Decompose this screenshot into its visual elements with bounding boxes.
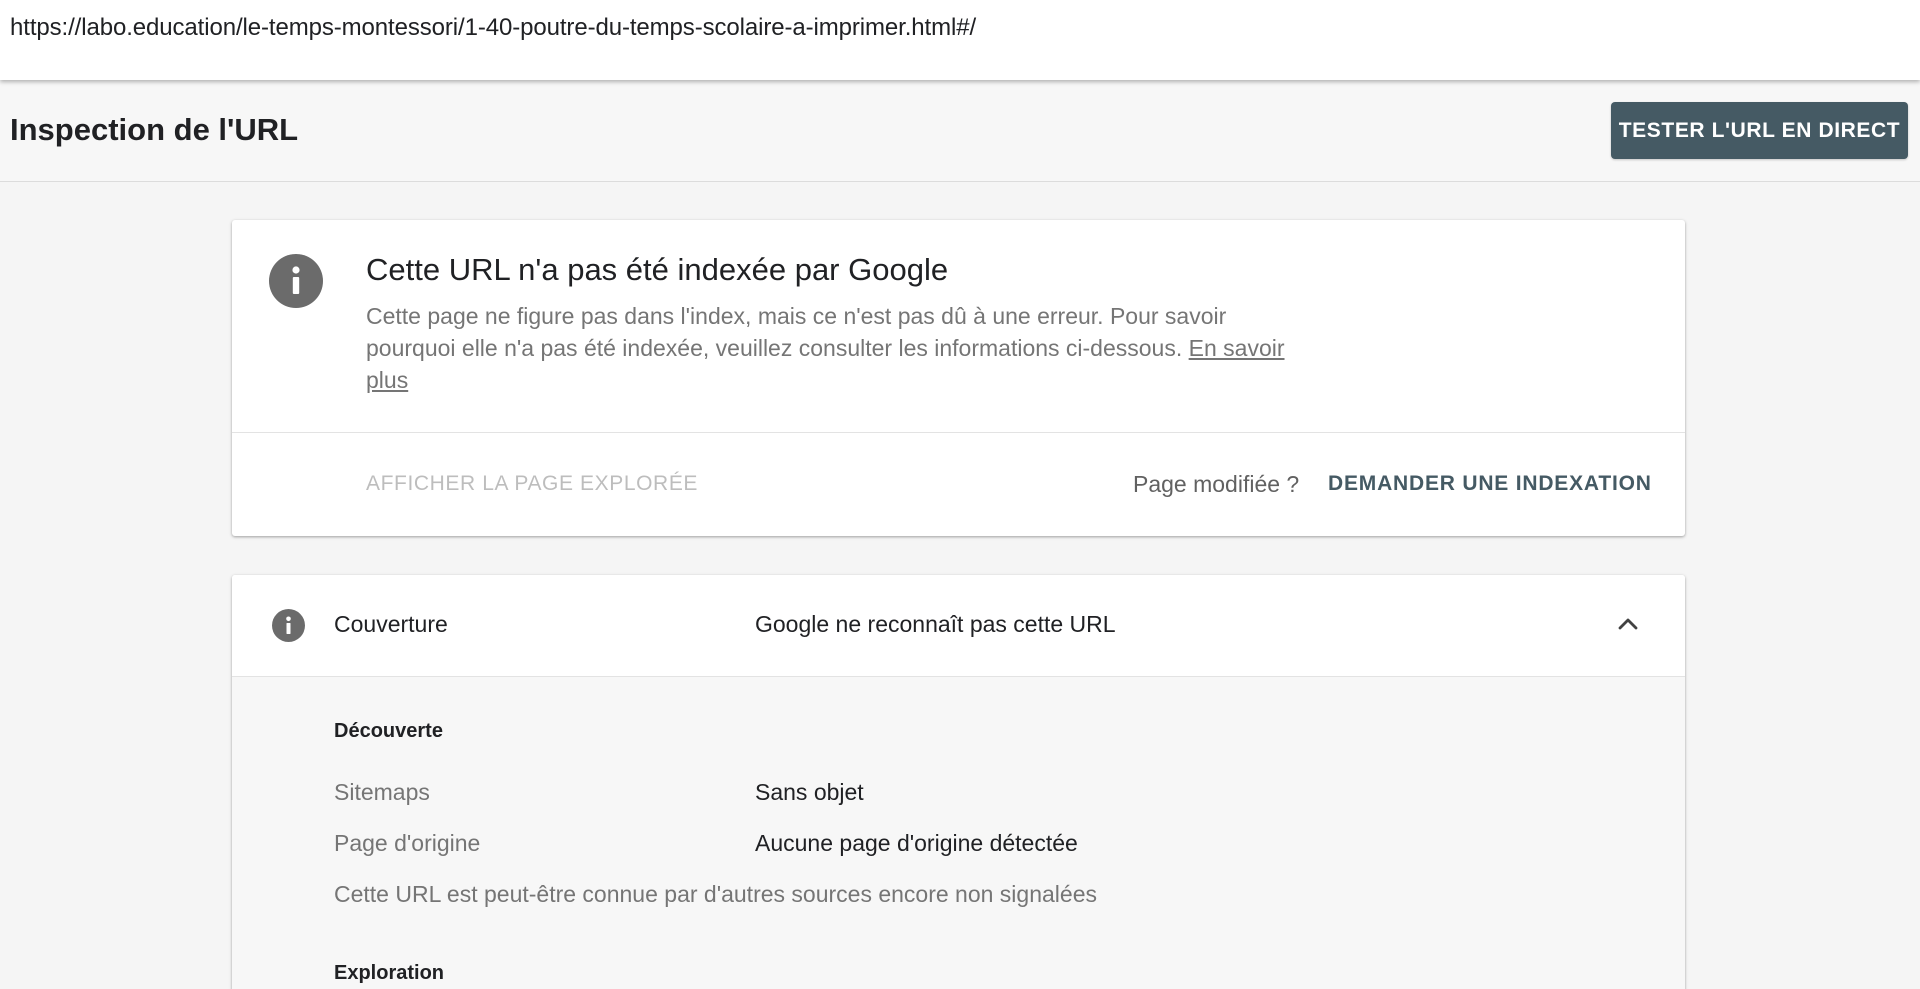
coverage-label: Couverture (334, 611, 448, 637)
view-crawled-page-button[interactable]: AFFICHER LA PAGE EXPLORÉE (366, 472, 698, 496)
index-status-card: Cette URL n'a pas été indexée par Google… (232, 220, 1685, 536)
card-divider (232, 432, 1685, 433)
referring-page-value: Aucune page d'origine détectée (755, 830, 1078, 856)
url-bar[interactable]: https://labo.education/le-temps-montesso… (0, 0, 1920, 80)
status-description-text: Cette page ne figure pas dans l'index, m… (366, 303, 1227, 361)
coverage-details: Découverte Sitemaps Sans objet Page d'or… (232, 677, 1685, 989)
info-icon (269, 254, 323, 308)
sitemaps-label: Sitemaps (334, 779, 430, 805)
discovery-heading: Découverte (334, 720, 443, 742)
coverage-header[interactable]: Couverture Google ne reconnaît pas cette… (232, 575, 1685, 677)
coverage-card: Couverture Google ne reconnaît pas cette… (232, 575, 1685, 989)
page-modified-label: Page modifiée ? (1133, 471, 1300, 497)
request-indexing-button[interactable]: DEMANDER UNE INDEXATION (1328, 472, 1652, 496)
status-description: Cette page ne figure pas dans l'index, m… (366, 300, 1296, 396)
coverage-value: Google ne reconnaît pas cette URL (755, 611, 1116, 637)
url-text[interactable]: https://labo.education/le-temps-montesso… (10, 14, 976, 42)
chevron-up-icon[interactable] (1614, 613, 1642, 635)
page-title: Inspection de l'URL (10, 112, 299, 147)
live-test-button[interactable]: TESTER L'URL EN DIRECT (1611, 102, 1908, 159)
info-icon (272, 609, 305, 642)
crawl-heading: Exploration (334, 962, 445, 984)
referring-page-label: Page d'origine (334, 830, 481, 856)
discovery-note: Cette URL est peut-être connue par d'aut… (334, 881, 1097, 907)
sitemaps-value: Sans objet (755, 779, 864, 805)
page-header: Inspection de l'URL TESTER L'URL EN DIRE… (0, 80, 1920, 182)
status-title: Cette URL n'a pas été indexée par Google (366, 252, 949, 287)
